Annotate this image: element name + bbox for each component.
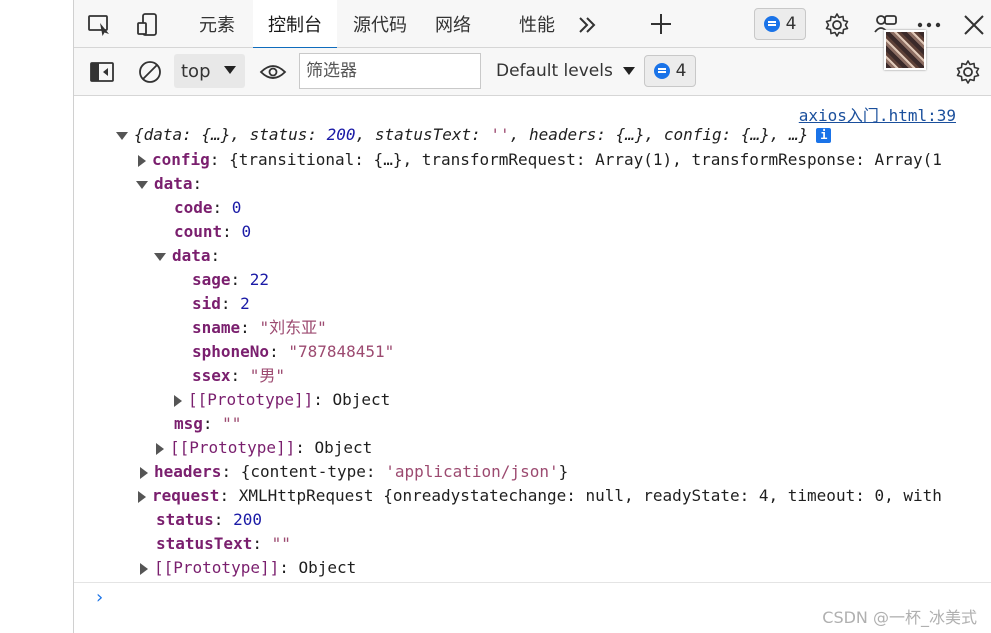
data-prototype-row[interactable]: [[Prototype]]: Object	[156, 436, 372, 460]
ssex-row: ssex: "男"	[192, 366, 286, 385]
statustext-row: statusText: ""	[156, 534, 291, 553]
collapsed-triangle-icon[interactable]	[174, 394, 182, 407]
expand-triangle-icon[interactable]	[136, 180, 148, 189]
sage-row: sage: 22	[192, 270, 270, 289]
collapsed-triangle-icon[interactable]	[140, 466, 148, 479]
context-select[interactable]: top	[174, 54, 245, 88]
console-toolbar: top Default levels 4	[74, 48, 991, 96]
tab-network[interactable]: 网络	[423, 0, 483, 48]
sid-row: sid: 2	[192, 294, 250, 313]
root-prototype-row[interactable]: [[Prototype]]: Object	[140, 556, 356, 580]
inner-prototype-row[interactable]: [[Prototype]]: Object	[174, 388, 390, 412]
sphoneno-row: sphoneNo: "787848451"	[192, 342, 395, 361]
chevron-down-icon	[622, 67, 635, 75]
request-row[interactable]: request: XMLHttpRequest {onreadystatecha…	[138, 484, 968, 508]
expand-triangle-icon[interactable]	[116, 131, 128, 140]
inner-data-row[interactable]: data:	[154, 244, 220, 268]
console-settings-gear-icon[interactable]	[954, 58, 982, 86]
code-row: code: 0	[174, 198, 242, 217]
settings-gear-icon[interactable]	[823, 11, 851, 39]
issues-icon	[763, 16, 780, 32]
tab-performance[interactable]: 性能	[504, 0, 570, 48]
config-row[interactable]: config: {transitional: {…}, transformReq…	[138, 148, 968, 172]
live-expression-eye-icon[interactable]	[258, 59, 288, 85]
log-levels-dropdown[interactable]: Default levels	[496, 54, 635, 88]
watermark: CSDN @一杯_冰美式	[822, 608, 977, 627]
issues-count-badge[interactable]: 4	[754, 8, 806, 40]
response-summary-row[interactable]: {data: {…}, status: 200, statusText: '',…	[116, 123, 832, 147]
close-devtools-icon[interactable]	[961, 11, 987, 39]
console-output: axios入门.html:39 {data: {…}, status: 200,…	[74, 97, 991, 633]
filter-input[interactable]	[299, 53, 481, 89]
tab-elements[interactable]: 元素	[182, 0, 252, 48]
expand-triangle-icon[interactable]	[154, 252, 166, 261]
data-row[interactable]: data:	[136, 172, 202, 196]
collapsed-triangle-icon[interactable]	[138, 154, 146, 167]
sidebar-toggle-icon[interactable]	[88, 59, 116, 85]
count-row: count: 0	[174, 222, 252, 241]
issues-icon	[653, 63, 670, 79]
tab-sources[interactable]: 源代码	[338, 0, 422, 48]
collapsed-triangle-icon[interactable]	[138, 490, 146, 503]
devtools-tab-bar: 元素 控制台 源代码 网络 性能 4	[74, 0, 991, 49]
chevron-down-icon	[224, 66, 236, 74]
toolbar-issues-badge[interactable]: 4	[644, 55, 696, 87]
add-tab-icon[interactable]	[648, 10, 674, 38]
status-row: status: 200	[156, 510, 262, 529]
headers-row[interactable]: headers: {content-type: 'application/jso…	[140, 460, 568, 484]
avatar	[884, 30, 926, 70]
collapsed-triangle-icon[interactable]	[156, 442, 164, 455]
collapsed-triangle-icon[interactable]	[140, 562, 148, 575]
devtools-panel: 元素 控制台 源代码 网络 性能 4 top 筛选器 Default level…	[74, 0, 991, 633]
tab-console[interactable]: 控制台	[253, 0, 337, 49]
info-icon[interactable]: i	[816, 128, 832, 143]
inspect-element-icon[interactable]	[86, 12, 114, 38]
clear-console-icon[interactable]	[136, 59, 164, 85]
more-tabs-icon[interactable]	[574, 12, 600, 38]
msg-row: msg: ""	[174, 414, 242, 433]
prompt-chevron-icon: ›	[94, 587, 105, 608]
device-toolbar-icon[interactable]	[134, 12, 162, 38]
left-page-strip	[0, 0, 74, 633]
sname-row: sname: "刘东亚"	[192, 318, 327, 337]
